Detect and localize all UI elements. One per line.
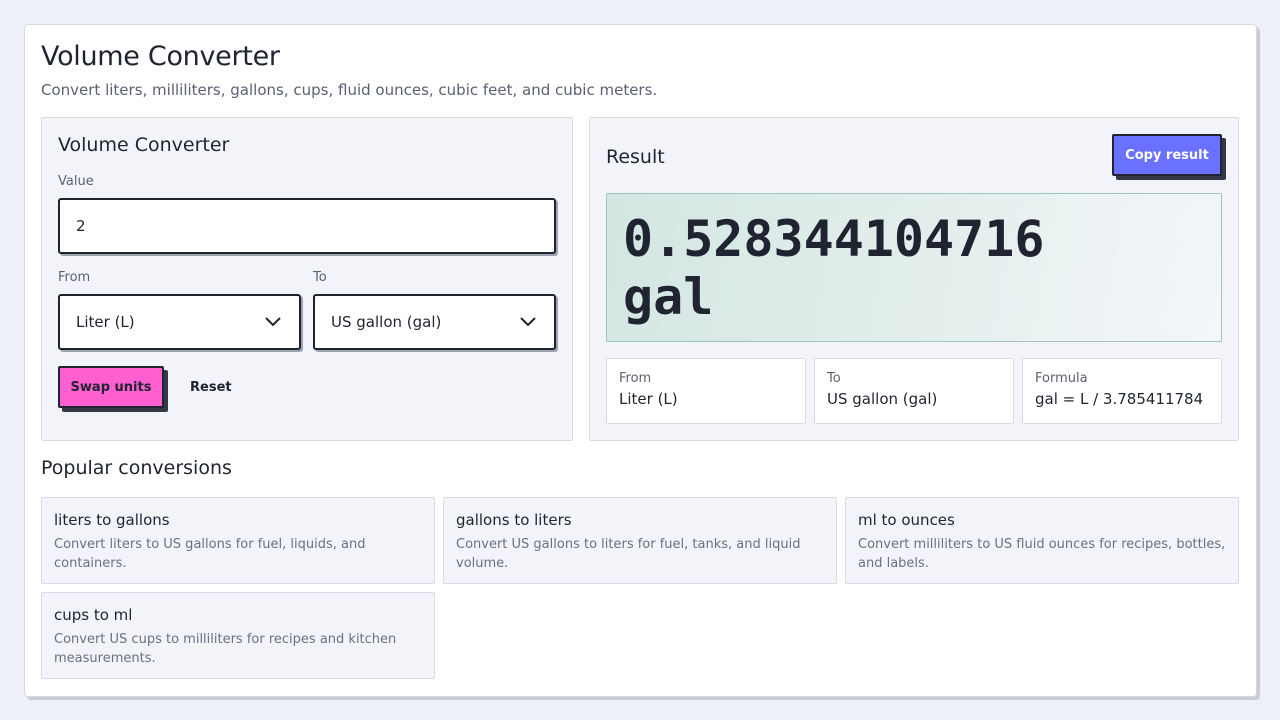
conversion-title: cups to ml bbox=[54, 606, 133, 624]
popular-conversion-liters-to-gallons[interactable]: liters to gallons Convert liters to US g… bbox=[41, 497, 435, 584]
info-value: gal = L / 3.785411784 bbox=[1035, 390, 1204, 408]
conversion-description: Convert liters to US gallons for fuel, l… bbox=[54, 537, 366, 571]
popular-conversion-ml-to-ounces[interactable]: ml to ounces Convert milliliters to US f… bbox=[845, 497, 1239, 584]
page-title: Volume Converter bbox=[41, 41, 280, 72]
info-label: To bbox=[827, 371, 841, 386]
converter-card: Volume Converter Convert liters, millili… bbox=[24, 24, 1257, 697]
from-label: From bbox=[58, 270, 91, 285]
popular-conversion-gallons-to-liters[interactable]: gallons to liters Convert US gallons to … bbox=[443, 497, 837, 584]
to-select[interactable]: US gallon (gal) bbox=[313, 294, 556, 350]
to-select-value: US gallon (gal) bbox=[331, 313, 442, 331]
result-panel: Result Copy result 0.528344104716 gal Fr… bbox=[589, 117, 1239, 441]
info-label: From bbox=[619, 371, 652, 386]
converter-panel: Volume Converter Value 2 From Liter (L) … bbox=[41, 117, 573, 441]
popular-conversion-cups-to-ml[interactable]: cups to ml Convert US cups to milliliter… bbox=[41, 592, 435, 679]
conversion-description: Convert US gallons to liters for fuel, t… bbox=[456, 537, 801, 571]
conversion-title: ml to ounces bbox=[858, 511, 955, 529]
info-card-to: To US gallon (gal) bbox=[814, 358, 1014, 424]
result-value: 0.528344104716 bbox=[623, 210, 1045, 268]
value-label: Value bbox=[58, 174, 94, 189]
chevron-down-icon bbox=[265, 317, 281, 327]
popular-conversions-title: Popular conversions bbox=[41, 457, 232, 479]
from-select[interactable]: Liter (L) bbox=[58, 294, 301, 350]
value-input-text: 2 bbox=[76, 217, 86, 235]
result-unit: gal bbox=[623, 268, 714, 326]
info-card-from: From Liter (L) bbox=[606, 358, 806, 424]
chevron-down-icon bbox=[520, 317, 536, 327]
info-value: US gallon (gal) bbox=[827, 390, 938, 408]
conversion-description: Convert milliliters to US fluid ounces f… bbox=[858, 537, 1226, 571]
conversion-title: gallons to liters bbox=[456, 511, 572, 529]
info-label: Formula bbox=[1035, 371, 1088, 386]
result-display: 0.528344104716 gal bbox=[606, 193, 1222, 342]
info-value: Liter (L) bbox=[619, 390, 678, 408]
reset-button[interactable]: Reset bbox=[190, 380, 232, 395]
conversion-description: Convert US cups to milliliters for recip… bbox=[54, 632, 397, 666]
copy-result-button[interactable]: Copy result bbox=[1112, 134, 1222, 176]
info-card-formula: Formula gal = L / 3.785411784 bbox=[1022, 358, 1222, 424]
page-subtitle: Convert liters, milliliters, gallons, cu… bbox=[41, 81, 658, 99]
value-input[interactable]: 2 bbox=[58, 198, 556, 254]
swap-units-button[interactable]: Swap units bbox=[58, 366, 164, 408]
to-label: To bbox=[313, 270, 327, 285]
result-title: Result bbox=[606, 146, 665, 168]
from-select-value: Liter (L) bbox=[76, 313, 135, 331]
conversion-title: liters to gallons bbox=[54, 511, 170, 529]
converter-panel-title: Volume Converter bbox=[58, 134, 230, 156]
